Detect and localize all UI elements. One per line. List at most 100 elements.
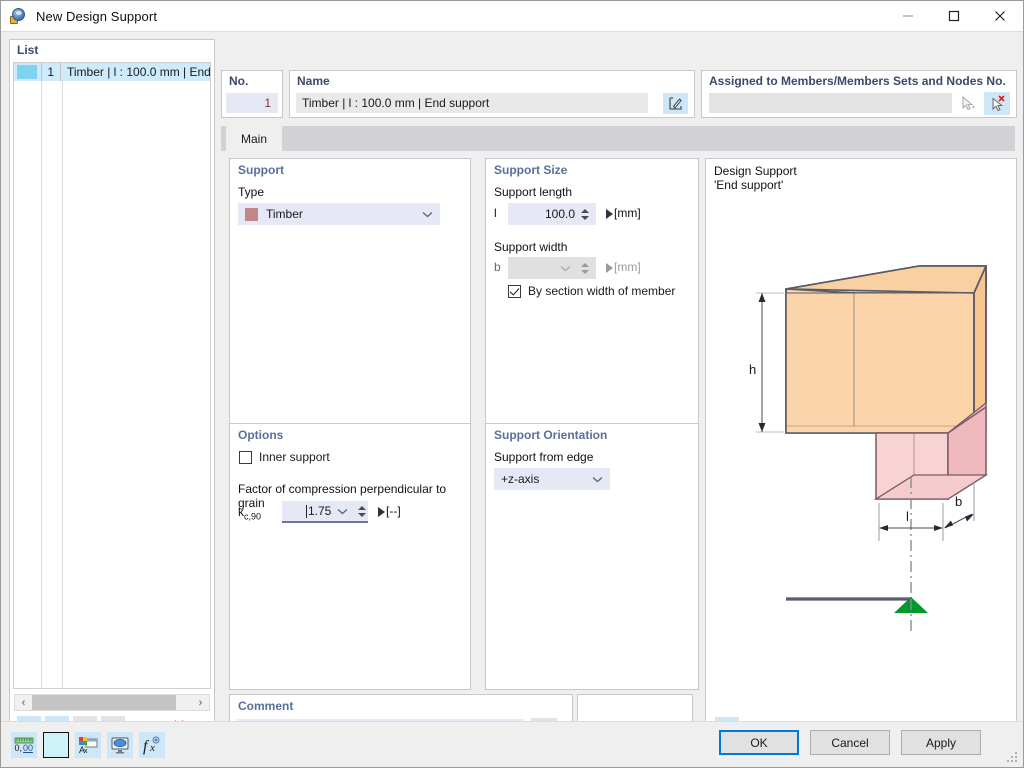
factor-input[interactable]: 1.75 <box>282 501 368 523</box>
list-horizontal-scrollbar[interactable]: ‹ › <box>14 694 210 711</box>
support-length-value: 100.0 <box>544 207 575 221</box>
svg-text:x: x <box>84 748 88 755</box>
tab-main[interactable]: Main <box>226 126 282 151</box>
svg-text:f: f <box>143 738 150 755</box>
ok-button[interactable]: OK <box>719 730 799 755</box>
by-section-width-label: By section width of member <box>528 284 676 298</box>
chevron-down-icon <box>560 261 571 275</box>
support-length-unit: [mm] <box>614 206 641 220</box>
scroll-right-icon[interactable]: › <box>192 695 209 710</box>
by-section-width-checkbox[interactable]: By section width of member <box>508 284 675 298</box>
window-title: New Design Support <box>36 8 158 24</box>
support-group: Support Type Timber <box>229 158 471 424</box>
svg-text:00: 00 <box>23 743 33 753</box>
type-value: Timber <box>266 207 303 221</box>
apply-button[interactable]: Apply <box>901 730 981 755</box>
new-design-support-window: New Design Support List 1 Timber | l : 1… <box>0 0 1024 768</box>
comment-group-title: Comment <box>238 699 294 713</box>
support-length-more-icon[interactable] <box>606 209 613 219</box>
type-label: Type <box>238 185 265 199</box>
name-block: Name Timber | l : 100.0 mm | End support <box>289 70 695 118</box>
chevron-down-icon <box>422 207 433 221</box>
support-from-edge-label: Support from edge <box>494 450 594 464</box>
pick-cursor-icon <box>962 95 975 110</box>
checkbox-box <box>239 450 252 464</box>
dim-h-label: h <box>749 362 756 377</box>
list-item-label: Timber | l : 100.0 mm | End supp <box>67 65 210 79</box>
preview-title-line1: Design Support <box>714 164 797 178</box>
list-body[interactable]: 1 Timber | l : 100.0 mm | End supp <box>13 62 211 689</box>
assigned-label: Assigned to Members/Members Sets and Nod… <box>709 74 1006 88</box>
name-label: Name <box>297 74 330 88</box>
close-icon[interactable] <box>977 1 1023 32</box>
support-length-input[interactable]: 100.0 <box>508 203 596 225</box>
maximize-icon[interactable] <box>931 1 977 32</box>
design-support-icon <box>10 7 28 25</box>
support-width-unit: [mm] <box>614 260 641 274</box>
support-size-group: Support Size Support length l 100.0 [mm]… <box>485 158 699 424</box>
support-width-label: Support width <box>494 240 568 254</box>
type-select[interactable]: Timber <box>238 203 440 225</box>
inner-support-checkbox[interactable]: Inner support <box>239 450 330 464</box>
support-3d-preview[interactable]: h l b <box>706 181 1016 711</box>
list-grid-lines <box>14 81 210 688</box>
number-input[interactable]: 1 <box>226 93 278 113</box>
support-orientation-group: Support Orientation Support from edge +z… <box>485 423 699 690</box>
window-controls <box>885 1 1023 32</box>
bottom-bar: 0, 00 A x f x OK Cancel Apply <box>1 721 1023 767</box>
options-group: Options Inner support Factor of compress… <box>229 423 471 690</box>
factor-more-icon[interactable] <box>378 507 385 517</box>
name-input[interactable]: Timber | l : 100.0 mm | End support <box>296 93 648 113</box>
options-group-title: Options <box>238 428 284 442</box>
decimal-places-icon: 0, 00 <box>15 737 34 753</box>
list-item-index: 1 <box>41 63 61 81</box>
minimize-icon[interactable] <box>885 1 931 32</box>
pick-cursor-clear-icon <box>992 94 1005 111</box>
color-selector-button[interactable] <box>43 732 69 758</box>
factor-stepper[interactable] <box>356 501 368 521</box>
name-edit-button[interactable] <box>663 93 688 114</box>
support-width-symbol: b <box>494 260 501 274</box>
number-block: No. 1 <box>221 70 283 118</box>
support-group-title: Support <box>238 163 284 177</box>
support-from-edge-value: +z-axis <box>501 472 540 486</box>
list-panel: List 1 Timber | l : 100.0 mm | End supp … <box>9 39 215 748</box>
scroll-left-icon[interactable]: ‹ <box>15 695 32 710</box>
decimal-places-button[interactable]: 0, 00 <box>11 732 37 758</box>
support-length-symbol: l <box>494 206 497 220</box>
display-settings-button[interactable] <box>107 732 133 758</box>
factor-symbol-sub: c,90 <box>244 511 262 522</box>
support-length-label: Support length <box>494 185 573 199</box>
support-length-stepper[interactable] <box>579 204 591 224</box>
assigned-input[interactable] <box>709 93 952 113</box>
support-size-group-title: Support Size <box>494 163 568 177</box>
list-header-label: List <box>17 43 39 57</box>
chevron-down-icon[interactable] <box>337 504 348 518</box>
support-width-input <box>508 257 596 279</box>
window-body: List 1 Timber | l : 100.0 mm | End supp … <box>1 32 1023 767</box>
resize-grip[interactable] <box>1007 752 1018 763</box>
checkbox-box <box>508 284 521 298</box>
units-button[interactable]: A x <box>75 732 101 758</box>
svg-text:0,: 0, <box>15 743 23 753</box>
list-item[interactable]: 1 Timber | l : 100.0 mm | End supp <box>14 63 210 81</box>
inner-support-label: Inner support <box>259 450 330 464</box>
title-bar: New Design Support <box>1 1 1023 32</box>
assign-pick-clear-button[interactable] <box>984 92 1010 115</box>
support-width-stepper <box>579 258 591 278</box>
factor-value: 1.75 <box>308 504 332 518</box>
support-from-edge-select[interactable]: +z-axis <box>494 468 610 490</box>
assign-pick-button[interactable] <box>954 92 980 115</box>
display-settings-icon <box>111 737 129 753</box>
factor-symbol: kc,90 <box>238 505 261 521</box>
factor-unit: [--] <box>386 504 401 518</box>
dialog-buttons: OK Cancel Apply <box>719 730 981 755</box>
scrollbar-thumb[interactable] <box>32 695 176 710</box>
support-width-more-icon <box>606 263 613 273</box>
formula-button[interactable]: f x <box>139 732 165 758</box>
cancel-button[interactable]: Cancel <box>810 730 890 755</box>
edit-pencil-icon <box>669 97 682 110</box>
formula-icon: f x <box>143 736 160 755</box>
chevron-down-icon <box>592 472 603 486</box>
list-item-color-swatch <box>17 65 37 79</box>
